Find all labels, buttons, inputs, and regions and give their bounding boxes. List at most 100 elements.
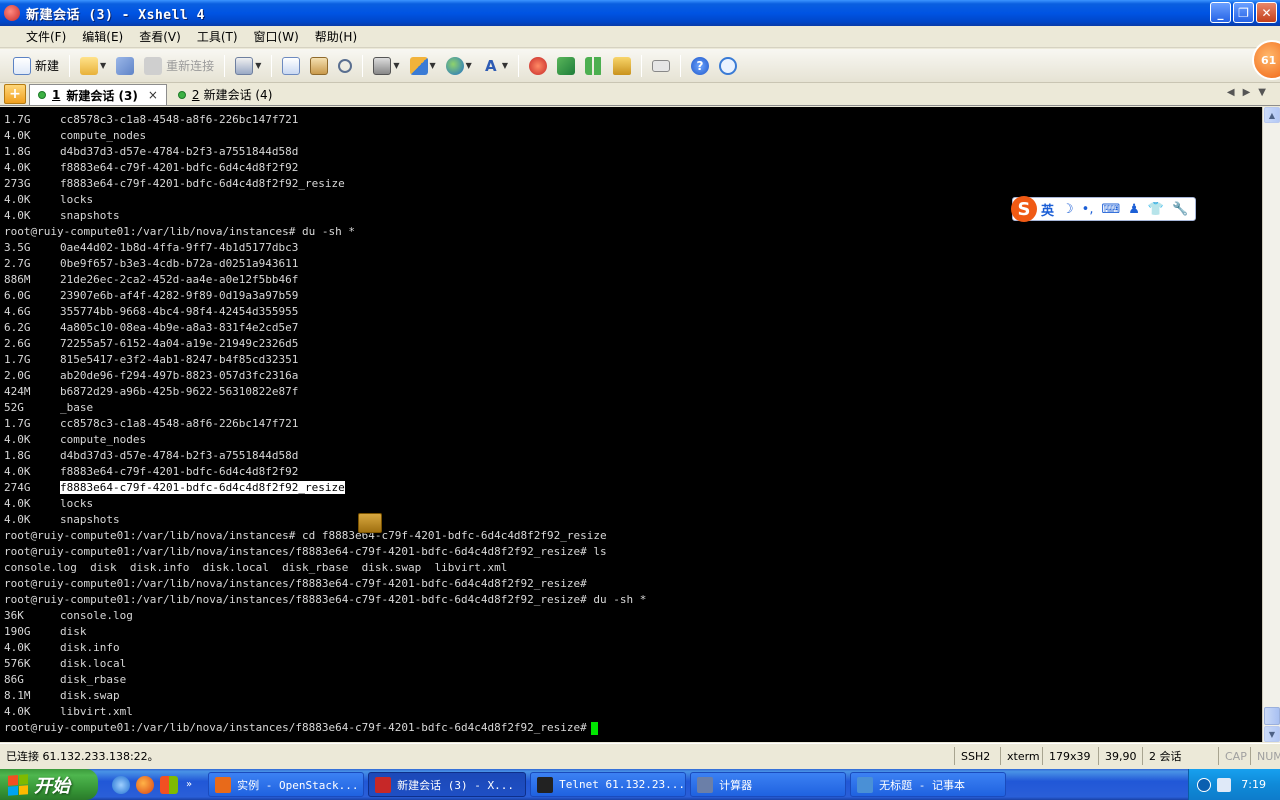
entry-size: 2.6G [4,337,31,350]
xftp-button[interactable] [526,54,550,78]
properties-button[interactable]: ▼ [232,54,264,78]
connect-button[interactable] [113,54,137,78]
taskbar-task[interactable]: 计算器 [690,772,847,797]
windows-flag-icon[interactable] [160,775,178,794]
task-app-icon [697,776,714,793]
chat-button[interactable] [716,54,740,78]
entry-name: 21de26ec-2ca2-452d-aa4e-a0e12f5bb46f [60,273,299,286]
title-bar[interactable]: 新建会话 (3) - Xshell 4 _ ❐ ✕ [0,0,1280,26]
terminal-line: 190G disk [4,624,1262,640]
scroll-up-arrow-icon[interactable]: ▲ [1264,107,1280,123]
globe-button[interactable]: ▼ [443,54,475,78]
menu-edit[interactable]: 编辑(E) [74,26,131,47]
ime-toolbar[interactable]: S 英 ☽ •, ⌨ ♟ 👕 🔧 [1011,196,1196,222]
add-tab-icon[interactable]: + [4,84,26,104]
terminal-line: 1.7G cc8578c3-c1a8-4548-a8f6-226bc147f721 [4,112,1262,128]
xshell-app-icon[interactable] [4,5,20,21]
floating-folder-icon[interactable] [358,513,382,533]
terminal-line: 274G f8883e64-c79f-4201-bdfc-6d4c4d8f2f92… [4,480,1262,496]
keyboard-icon[interactable]: ⌨ [1101,202,1120,217]
sogou-logo-icon[interactable]: S [1011,196,1037,222]
terminal-line: 886M 21de26ec-2ca2-452d-aa4e-a0e12f5bb46f [4,272,1262,288]
menu-file[interactable]: 文件(F) [18,26,74,47]
paste-button[interactable] [307,54,331,78]
ime-mode[interactable]: 英 [1041,200,1054,219]
terminal-scrollbar[interactable]: ▲ ▼ [1262,107,1280,742]
taskbar-task[interactable]: 实例 - OpenStack... [208,772,365,797]
tab-label: 新建会话 (3) [66,88,138,103]
settings-wrench-icon[interactable]: 🔧 [1172,202,1188,217]
taskbar-task[interactable]: Telnet 61.132.23... [530,772,687,797]
lock-button[interactable] [610,54,634,78]
tab-session-3[interactable]: 1 新建会话 (3) × [29,84,167,105]
reconnect-button[interactable]: 重新连接 [141,54,217,78]
font-button[interactable]: A ▼ [479,54,511,78]
punctuation-icon[interactable]: •, [1082,202,1094,217]
entry-name: libvirt.xml [60,705,133,718]
print-button[interactable]: ▼ [370,54,402,78]
clock[interactable]: 7:19 [1241,778,1266,791]
entry-size: 4.0K [4,433,31,446]
menu-tools[interactable]: 工具(T) [189,26,246,47]
copy-button[interactable] [279,54,303,78]
terminal-line: 4.0K compute_nodes [4,128,1262,144]
quick-launch-more[interactable]: » [186,779,192,790]
firefox-icon[interactable] [136,775,154,794]
minimize-button[interactable]: _ [1210,2,1231,23]
skin-shirt-icon[interactable]: 👕 [1148,202,1164,217]
entry-size: 4.0K [4,209,31,222]
new-session-button[interactable]: 新建 [10,54,62,78]
terminal-dimensions: 179x39 [1042,747,1098,765]
entry-name: ab20de96-f294-497b-8823-057d3fc2316a [60,369,299,382]
font-dropdown-arrow[interactable]: ▼ [502,61,508,70]
moon-icon[interactable]: ☽ [1062,202,1074,217]
entry-size: 8.1M [4,689,31,702]
scrollbar-thumb[interactable] [1264,707,1280,725]
scroll-down-arrow-icon[interactable]: ▼ [1264,726,1280,742]
status-bar: 已连接 61.132.233.138:22。 SSH2 xterm 179x39… [0,743,1280,768]
help-button[interactable]: ? [688,54,712,78]
compose-button[interactable] [554,54,578,78]
terminal-line: 1.7G 815e5417-e3f2-4ab1-8247-b4f85cd32351 [4,352,1262,368]
entry-size: 424M [4,385,31,398]
terminal-line: 8.1M disk.swap [4,688,1262,704]
close-button[interactable]: ✕ [1256,2,1277,23]
keyboard-button[interactable] [649,54,673,78]
close-tab-icon[interactable]: × [148,88,158,102]
window-title: 新建会话 (3) - Xshell 4 [26,7,205,23]
terminal-line: root@ruiy-compute01:/var/lib/nova/instan… [4,528,1262,544]
tray-expand-icon[interactable] [1197,777,1211,792]
start-button[interactable]: 开始 [0,769,98,800]
taskbar-task[interactable]: 新建会话 (3) - X... [368,772,527,797]
caps-lock-indicator: CAP [1218,747,1250,765]
find-button[interactable] [335,54,355,78]
transfer-dropdown-arrow[interactable]: ▼ [430,61,436,70]
transfer-button[interactable]: ▼ [407,54,439,78]
connection-status: 已连接 61.132.233.138:22。 [6,750,159,763]
ie-icon[interactable] [112,775,130,794]
entry-name: d4bd37d3-d57e-4784-b2f3-a7551844d58d [60,145,299,158]
grid-icon [584,56,603,75]
menu-window[interactable]: 窗口(W) [246,26,307,47]
font-icon: A [485,56,497,75]
properties-dropdown-arrow[interactable]: ▼ [255,61,261,70]
user-icon[interactable]: ♟ [1128,202,1140,217]
entry-size: 1.7G [4,353,31,366]
entry-size: 190G [4,625,31,638]
entry-size: 4.0K [4,465,31,478]
open-button[interactable]: ▼ [77,54,109,78]
tab-scroll-arrows[interactable]: ◀▶▼ [1227,87,1274,98]
task-app-icon [375,776,392,793]
network-icon[interactable] [1217,777,1231,792]
open-dropdown-arrow[interactable]: ▼ [100,61,106,70]
entry-size: 2.7G [4,257,31,270]
taskbar-task[interactable]: 无标题 - 记事本 [850,772,1007,797]
print-dropdown-arrow[interactable]: ▼ [393,61,399,70]
menu-help[interactable]: 帮助(H) [307,26,365,47]
layout-button[interactable] [582,54,606,78]
maximize-button[interactable]: ❐ [1233,2,1254,23]
entry-name: disk.info [60,641,120,654]
globe-dropdown-arrow[interactable]: ▼ [466,61,472,70]
menu-view[interactable]: 查看(V) [131,26,189,47]
tab-session-4[interactable]: 2 新建会话 (4) [170,84,280,105]
